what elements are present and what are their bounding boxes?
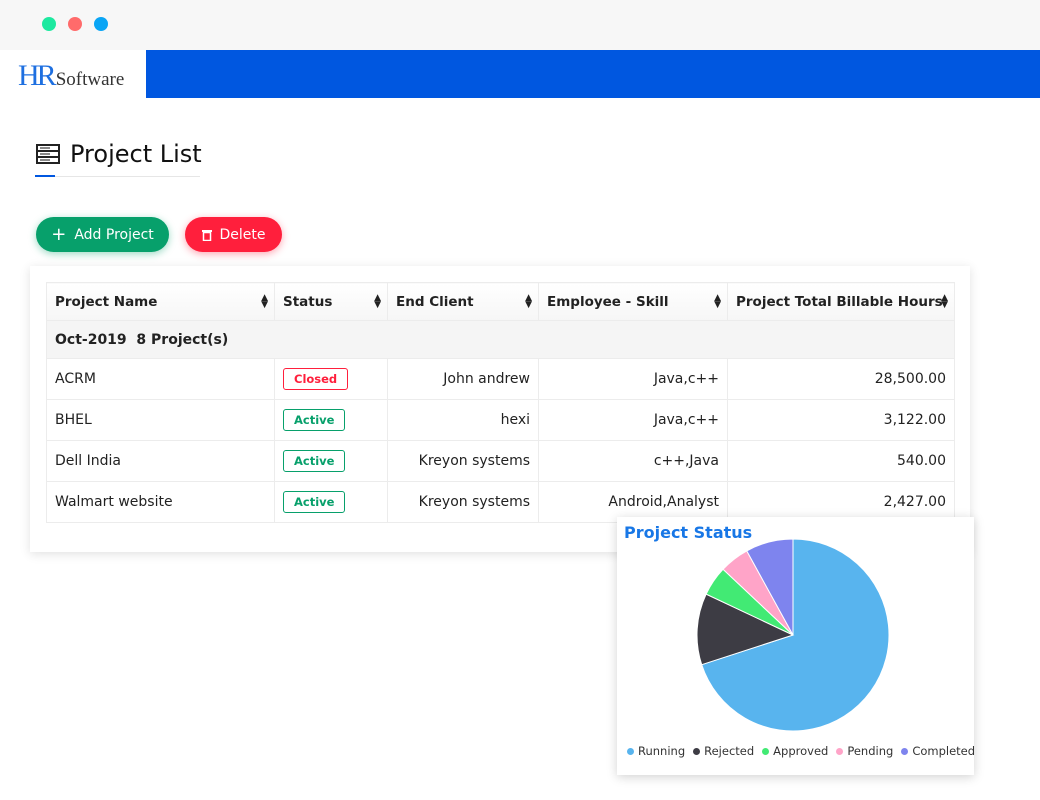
legend-item-approved[interactable]: Approved [762,744,828,758]
legend-label: Approved [773,744,829,758]
window-titlebar [0,0,1040,50]
cell-employee-skill: c++,Java [538,440,728,482]
cell-status: Active [274,440,388,482]
table-row[interactable]: Dell India Active Kreyon systems c++,Jav… [46,440,955,482]
sort-icon[interactable]: ▲ ▼ [525,294,532,310]
pie-chart [696,538,890,732]
top-nav-bar [146,50,1040,98]
cell-end-client: Kreyon systems [387,481,539,523]
trash-icon [201,229,212,241]
legend-label: Rejected [704,744,755,758]
legend-swatch [693,747,701,755]
legend-label: Completed [912,744,976,758]
plus-icon: + [51,224,67,245]
column-header-project-name[interactable]: Project Name ▲ ▼ [46,282,275,321]
logo[interactable]: HR Software [18,55,124,91]
title-accent [35,175,55,177]
legend-item-rejected[interactable]: Rejected [693,744,754,758]
status-badge: Active [283,409,346,431]
cell-project-name[interactable]: Walmart website [46,481,275,523]
page-title: Project List [36,140,202,168]
sort-icon[interactable]: ▲ ▼ [941,294,948,310]
legend-item-pending[interactable]: Pending [836,744,893,758]
cell-billable-hours: 28,500.00 [727,358,955,400]
column-header-billable-hours[interactable]: Project Total Billable Hours ▲ ▼ [727,282,955,321]
server-list-icon [36,144,60,164]
status-badge: Closed [283,368,349,390]
add-project-button[interactable]: + Add Project [36,217,169,252]
window-dot-close[interactable] [42,17,56,31]
window-dot-maximize[interactable] [94,17,108,31]
cell-status: Closed [274,358,388,400]
delete-label: Delete [219,226,266,243]
chart-legend: Running Rejected Approved Pending Completed [627,744,975,758]
cell-status: Active [274,481,388,523]
table-row[interactable]: BHEL Active hexi Java,c++ 3,122.00 [46,399,955,441]
legend-swatch [762,747,770,755]
sort-icon[interactable]: ▲ ▼ [714,294,721,310]
cell-project-name[interactable]: ACRM [46,358,275,400]
legend-swatch [627,747,634,755]
column-header-end-client[interactable]: End Client ▲ ▼ [387,282,539,321]
sort-icon[interactable]: ▲ ▼ [374,294,381,310]
project-status-chart: Project Status Running Rejected Approved Pe… [617,517,975,775]
page-title-text: Project List [70,140,202,168]
legend-swatch [836,747,844,755]
logo-text: Software [55,69,125,90]
cell-status: Active [274,399,388,441]
add-project-label: Add Project [74,226,154,243]
title-divider [35,176,200,177]
project-table: Project Name ▲ ▼ Status ▲ ▼ End Client ▲ ▼ Emp… [46,282,955,523]
cell-employee-skill: Java,c++ [538,399,728,441]
window-dot-minimize[interactable] [68,17,82,31]
status-badge: Active [283,450,346,472]
group-row: Oct-2019 8 Project(s) [46,320,955,359]
group-count: 8 Project(s) [136,331,229,348]
cell-employee-skill: Java,c++ [538,358,728,400]
column-header-status[interactable]: Status ▲ ▼ [274,282,388,321]
delete-button[interactable]: Delete [185,217,282,252]
project-table-card: Project Name ▲ ▼ Status ▲ ▼ End Client ▲ ▼ Emp… [30,266,970,552]
cell-end-client: Kreyon systems [387,440,539,482]
sort-icon[interactable]: ▲ ▼ [261,294,268,310]
cell-end-client: John andrew [387,358,539,400]
legend-label: Pending [847,744,894,758]
cell-billable-hours: 540.00 [727,440,955,482]
table-row[interactable]: ACRM Closed John andrew Java,c++ 28,500.… [46,358,955,400]
legend-label: Running [638,744,686,758]
cell-billable-hours: 3,122.00 [727,399,955,441]
logo-mark: HR [18,59,57,92]
cell-end-client: hexi [387,399,539,441]
cell-project-name[interactable]: BHEL [46,399,275,441]
column-header-employee-skill[interactable]: Employee - Skill ▲ ▼ [538,282,728,321]
legend-item-completed[interactable]: Completed [901,744,975,758]
status-badge: Active [283,491,346,513]
group-month: Oct-2019 [55,331,127,348]
legend-item-running[interactable]: Running [627,744,685,758]
cell-project-name[interactable]: Dell India [46,440,275,482]
legend-swatch [901,747,909,755]
